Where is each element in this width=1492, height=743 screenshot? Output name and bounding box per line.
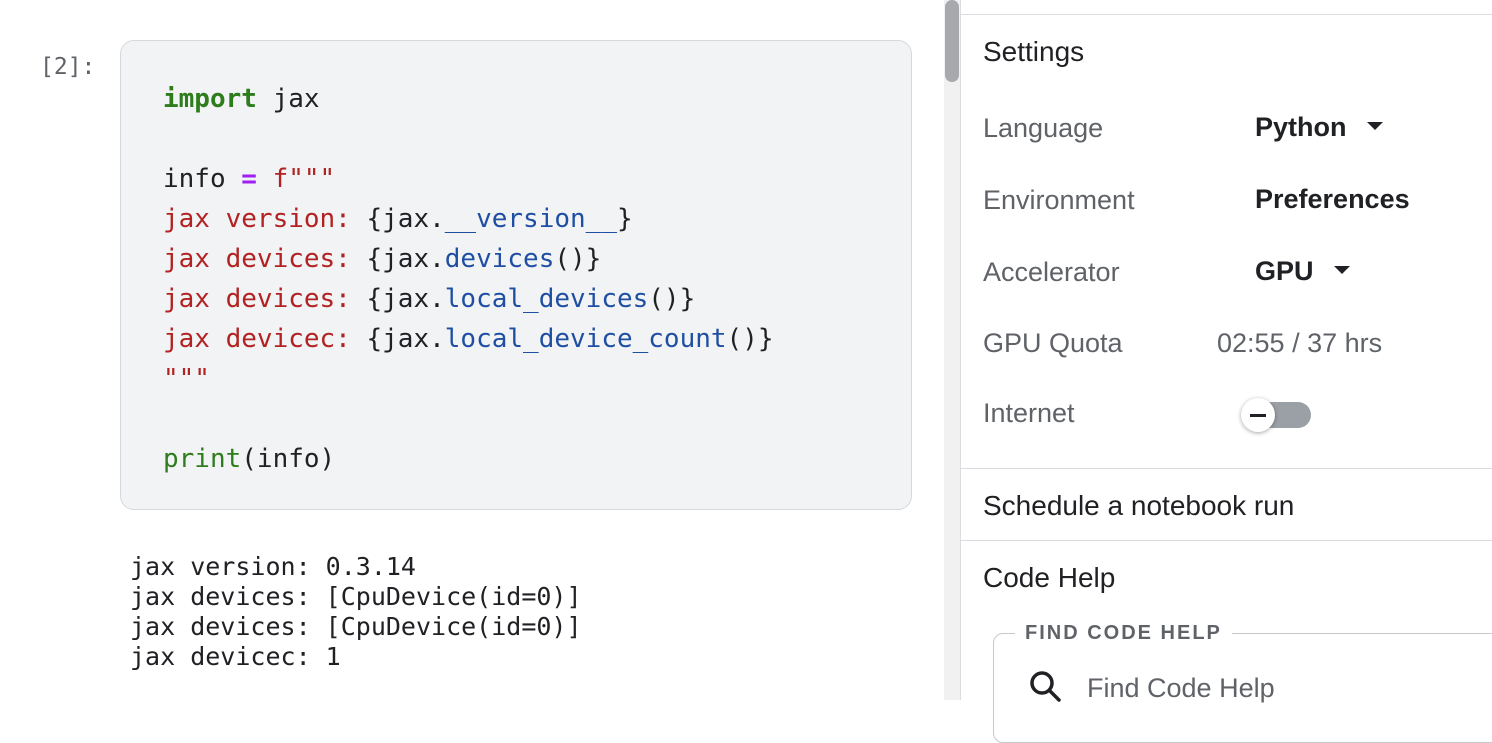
language-dropdown[interactable]: Python — [1255, 112, 1383, 143]
accelerator-dropdown[interactable]: GPU — [1255, 256, 1350, 287]
code-text: ()} — [648, 284, 696, 314]
internet-toggle[interactable] — [1241, 398, 1313, 432]
code-text: } — [616, 204, 633, 234]
code-help-title: Code Help — [983, 562, 1116, 593]
notebook-area: [2]: import jax info = f""" jax version:… — [0, 0, 944, 700]
notebook-scrollbar[interactable] — [944, 0, 960, 700]
string-literal: f""" — [256, 164, 336, 194]
gpu-quota-label: GPU Quota — [983, 328, 1123, 358]
minus-icon — [1250, 414, 1266, 417]
accelerator-value: GPU — [1255, 256, 1314, 286]
internet-label: Internet — [983, 398, 1075, 428]
output-line: jax devices: [CpuDevice(id=0)] — [130, 612, 582, 641]
environment-link[interactable]: Preferences — [1255, 184, 1410, 215]
divider — [961, 540, 1492, 541]
output-line: jax version: 0.3.14 — [130, 552, 416, 581]
caret-down-icon — [1366, 121, 1383, 130]
accelerator-label: Accelerator — [983, 257, 1120, 287]
find-code-help-legend: FIND CODE HELP — [1015, 622, 1232, 645]
code-text: {jax. — [366, 244, 445, 274]
find-code-help-input[interactable] — [1087, 668, 1447, 708]
keyword-import: import — [163, 84, 257, 114]
gpu-quota-value: 02:55 / 37 hrs — [1217, 328, 1383, 358]
string-literal: """ — [163, 364, 210, 394]
caret-down-icon — [1333, 265, 1350, 274]
string-literal: jax devices: — [163, 244, 367, 274]
string-literal: jax devices: — [163, 284, 367, 314]
language-value: Python — [1255, 112, 1347, 142]
attribute-name: devices — [444, 244, 555, 274]
divider — [961, 14, 1492, 15]
divider — [961, 468, 1492, 469]
code-text: ()} — [726, 324, 774, 354]
output-line: jax devicec: 1 — [130, 642, 341, 671]
scrollbar-thumb[interactable] — [945, 0, 959, 82]
cell-output: jax version: 0.3.14 jax devices: [CpuDev… — [130, 552, 582, 672]
builtin-print: print — [163, 444, 242, 474]
string-literal: jax version: — [163, 204, 367, 234]
operator-assign: = — [241, 164, 257, 194]
attribute-name: local_devices — [444, 284, 649, 314]
code-editor[interactable]: import jax info = f""" jax version: {jax… — [163, 79, 774, 479]
attribute-name: __version__ — [444, 204, 617, 234]
schedule-notebook-run[interactable]: Schedule a notebook run — [983, 490, 1294, 522]
code-text: ()} — [554, 244, 602, 274]
settings-panel: Settings Language Python Environment Pre… — [960, 0, 1492, 743]
string-literal: jax devicec: — [163, 324, 367, 354]
settings-title: Settings — [983, 36, 1085, 67]
code-text: {jax. — [366, 204, 445, 234]
cell-prompt: [2]: — [40, 54, 96, 80]
environment-label: Environment — [983, 185, 1135, 215]
code-cell[interactable]: import jax info = f""" jax version: {jax… — [120, 40, 912, 510]
code-text: {jax. — [366, 284, 445, 314]
code-text: {jax. — [366, 324, 445, 354]
toggle-knob — [1241, 398, 1275, 432]
attribute-name: local_device_count — [444, 324, 727, 354]
code-text: info — [163, 164, 242, 194]
output-line: jax devices: [CpuDevice(id=0)] — [130, 582, 582, 611]
code-text: (info) — [241, 444, 336, 474]
search-icon — [1030, 671, 1061, 702]
language-label: Language — [983, 113, 1104, 143]
code-text: jax — [256, 84, 320, 114]
